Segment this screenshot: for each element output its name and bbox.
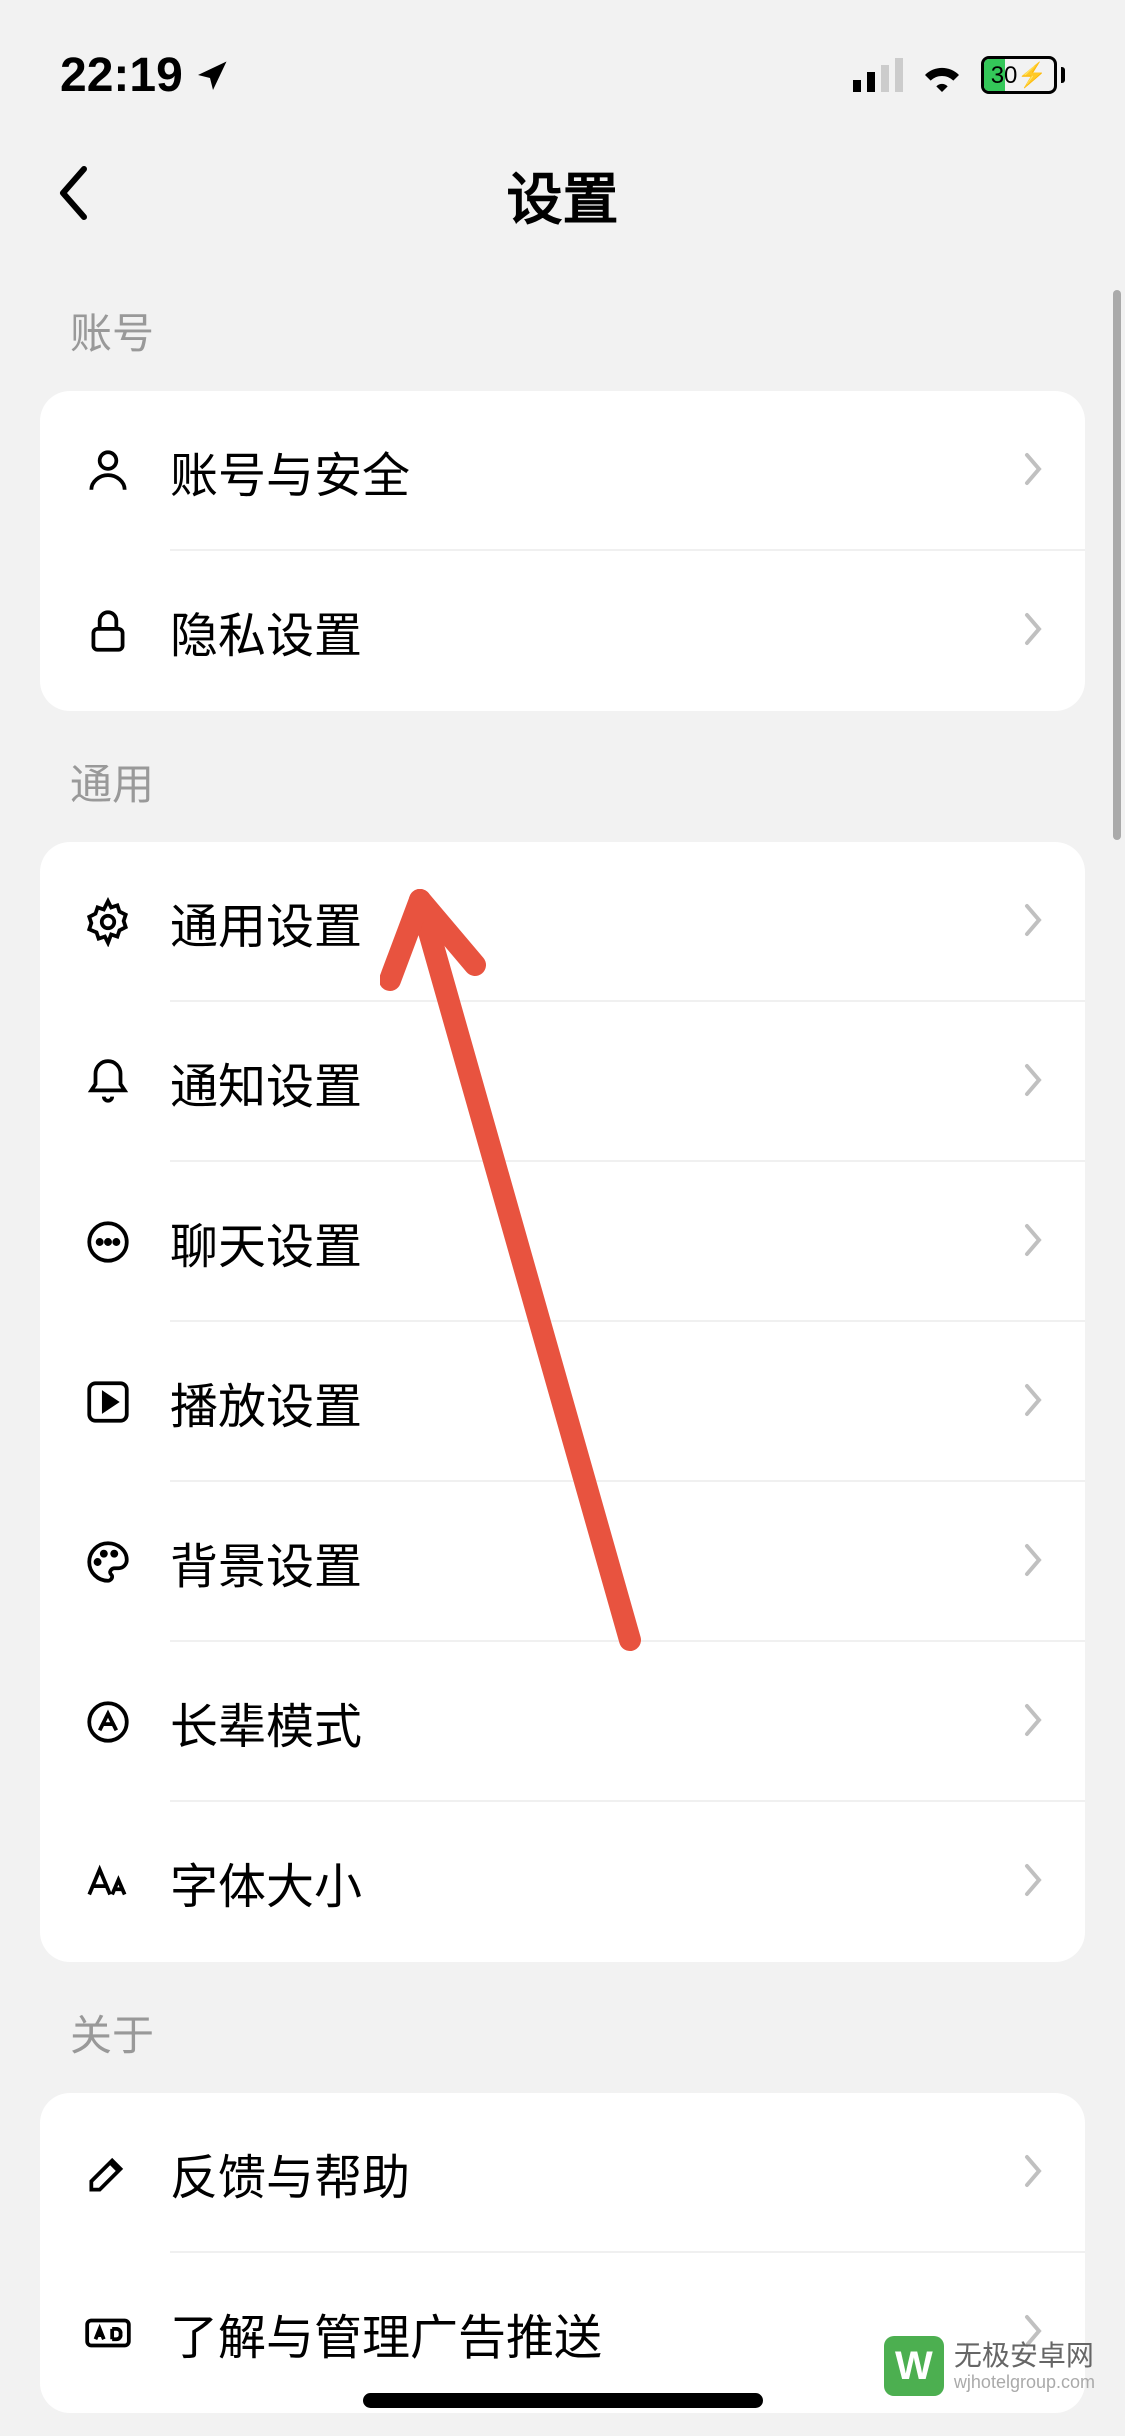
row-general-settings[interactable]: 通用设置 bbox=[40, 842, 1085, 1002]
row-elder-mode[interactable]: 长辈模式 bbox=[40, 1642, 1085, 1802]
chevron-right-icon bbox=[1021, 1380, 1045, 1425]
status-time-area: 22:19 bbox=[60, 48, 231, 103]
page-title: 设置 bbox=[507, 155, 619, 236]
battery-indicator: 30⚡ bbox=[981, 56, 1065, 94]
row-notifications[interactable]: 通知设置 bbox=[40, 1002, 1085, 1162]
section-header-general: 通用 bbox=[0, 711, 1125, 842]
section-header-about: 关于 bbox=[0, 1962, 1125, 2093]
settings-group-account: 账号与安全 隐私设置 bbox=[40, 391, 1085, 711]
row-label: 通用设置 bbox=[170, 887, 1021, 957]
back-button[interactable] bbox=[50, 163, 94, 228]
chevron-right-icon bbox=[1021, 1700, 1045, 1745]
chevron-right-icon bbox=[1021, 449, 1045, 494]
pencil-icon bbox=[80, 2145, 136, 2201]
palette-icon bbox=[80, 1534, 136, 1590]
row-label: 通知设置 bbox=[170, 1047, 1021, 1117]
row-label: 长辈模式 bbox=[170, 1687, 1021, 1757]
chevron-right-icon bbox=[1021, 1860, 1045, 1905]
row-chat[interactable]: 聊天设置 bbox=[40, 1162, 1085, 1322]
watermark-logo: W bbox=[884, 2336, 944, 2396]
chevron-right-icon bbox=[1021, 609, 1045, 654]
status-time: 22:19 bbox=[60, 48, 183, 103]
watermark: W 无极安卓网 wjhotelgroup.com bbox=[884, 2336, 1095, 2396]
row-account-security[interactable]: 账号与安全 bbox=[40, 391, 1085, 551]
chevron-right-icon bbox=[1021, 1060, 1045, 1105]
back-chevron-icon bbox=[50, 163, 94, 223]
person-icon bbox=[80, 443, 136, 499]
section-header-account: 账号 bbox=[0, 260, 1125, 391]
play-icon bbox=[80, 1374, 136, 1430]
row-label: 背景设置 bbox=[170, 1527, 1021, 1597]
chevron-right-icon bbox=[1021, 1540, 1045, 1585]
watermark-title: 无极安卓网 bbox=[954, 2339, 1095, 2373]
row-feedback[interactable]: 反馈与帮助 bbox=[40, 2093, 1085, 2253]
chevron-right-icon bbox=[1021, 900, 1045, 945]
gear-icon bbox=[80, 894, 136, 950]
font-icon bbox=[80, 1854, 136, 1910]
row-privacy[interactable]: 隐私设置 bbox=[40, 551, 1085, 711]
row-label: 隐私设置 bbox=[170, 596, 1021, 666]
bell-icon bbox=[80, 1054, 136, 1110]
row-label: 账号与安全 bbox=[170, 436, 1021, 506]
ad-icon bbox=[80, 2305, 136, 2361]
status-bar: 22:19 30⚡ bbox=[0, 0, 1125, 130]
lock-icon bbox=[80, 603, 136, 659]
watermark-subtitle: wjhotelgroup.com bbox=[954, 2372, 1095, 2393]
row-background[interactable]: 背景设置 bbox=[40, 1482, 1085, 1642]
nav-bar: 设置 bbox=[0, 130, 1125, 260]
row-playback[interactable]: 播放设置 bbox=[40, 1322, 1085, 1482]
row-label: 反馈与帮助 bbox=[170, 2138, 1021, 2208]
wifi-icon bbox=[919, 58, 965, 92]
location-icon bbox=[195, 57, 231, 93]
settings-group-general: 通用设置 通知设置 聊天设置 播放设置 背景设置 长辈模式 bbox=[40, 842, 1085, 1962]
status-right: 30⚡ bbox=[853, 56, 1065, 94]
row-label: 字体大小 bbox=[170, 1847, 1021, 1917]
home-indicator[interactable] bbox=[363, 2393, 763, 2408]
elder-icon bbox=[80, 1694, 136, 1750]
chat-icon bbox=[80, 1214, 136, 1270]
scrollbar[interactable] bbox=[1113, 290, 1121, 840]
cellular-icon bbox=[853, 58, 903, 92]
row-label: 聊天设置 bbox=[170, 1207, 1021, 1277]
chevron-right-icon bbox=[1021, 2151, 1045, 2196]
row-label: 播放设置 bbox=[170, 1367, 1021, 1437]
row-font-size[interactable]: 字体大小 bbox=[40, 1802, 1085, 1962]
chevron-right-icon bbox=[1021, 1220, 1045, 1265]
